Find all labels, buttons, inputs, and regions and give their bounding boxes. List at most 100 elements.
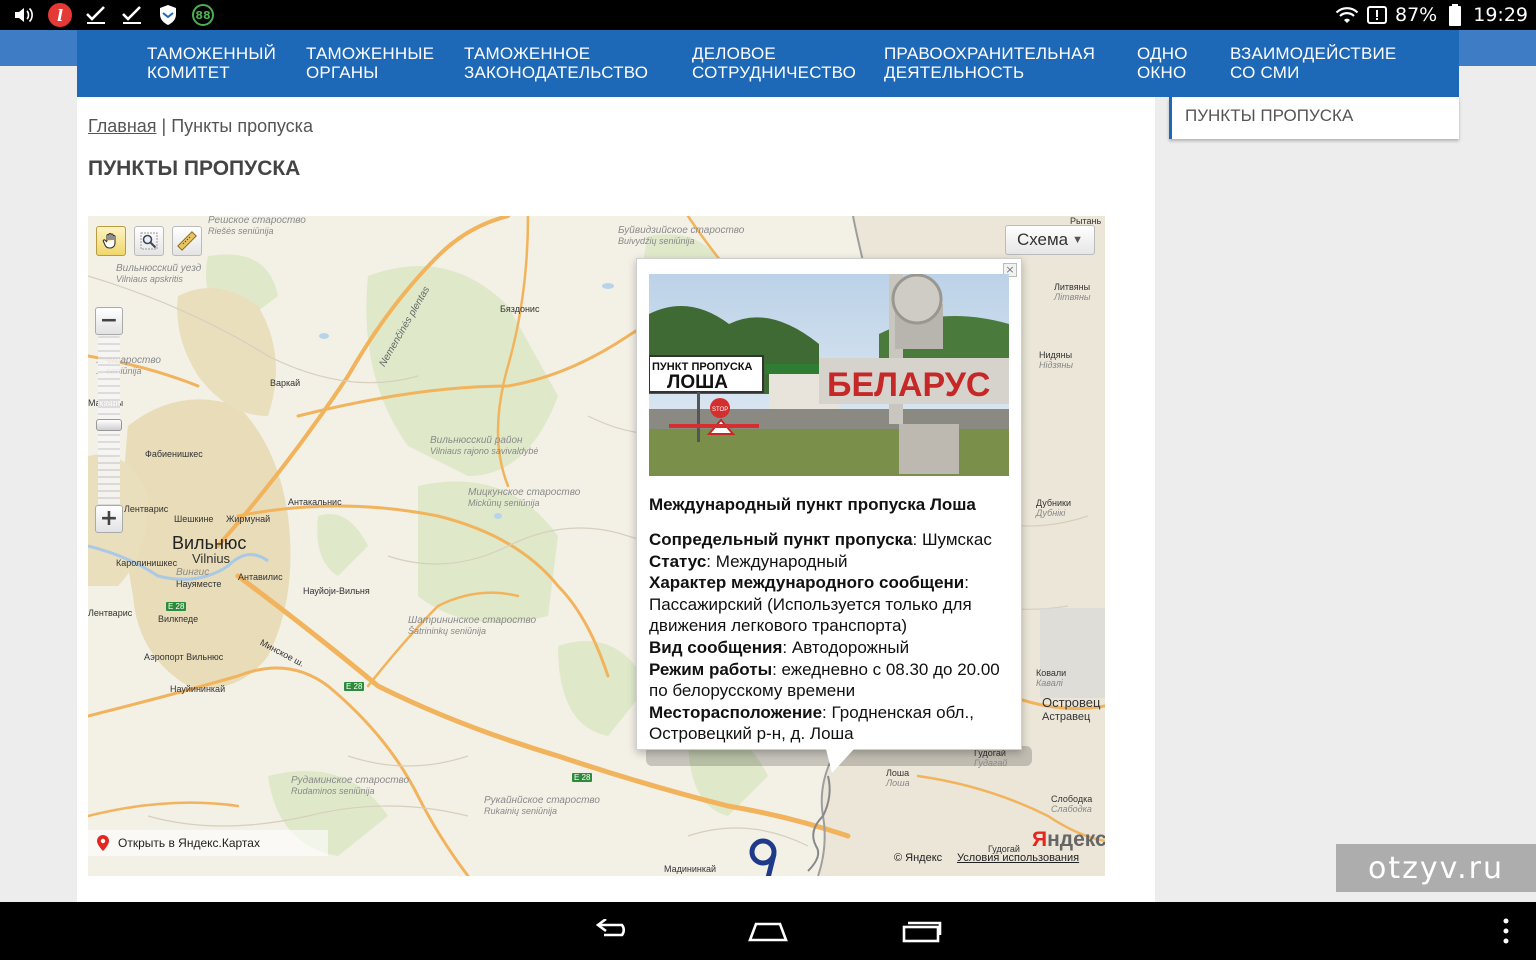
map-label-text: Вильнюс [172, 533, 247, 553]
recent-apps-button[interactable] [900, 916, 944, 946]
map-drag-tool-button[interactable] [96, 226, 126, 256]
nav-item-media[interactable]: Взаимодействие со СМИ [1230, 44, 1396, 82]
badge-88-icon: 88 [192, 4, 214, 26]
nav-item-line: Таможенные [306, 44, 435, 63]
map-label: Науйоји-Вильня [303, 586, 370, 596]
open-in-yandex-maps-link[interactable]: Открыть в Яндекс.Картах [88, 830, 328, 856]
hand-icon [102, 232, 116, 249]
checkpoint-balloon: × БЕЛАРУС ПУНКТ ПРОПУСКА ЛОША STOP Между… [636, 258, 1022, 750]
nav-item-customs-committee[interactable]: Таможенный комитет [147, 44, 276, 82]
checkmark-icon [84, 3, 108, 27]
map-label-text: Rukainių seniūnija [484, 806, 558, 816]
map-label: Бяздонис [500, 304, 540, 314]
balloon-details: Сопредельный пункт пропуска: Шумскас Ста… [649, 529, 1017, 745]
map-label: Решское староство Riešės seniūnija [208, 216, 306, 236]
map-label-text: Шатрининское староство [408, 615, 537, 626]
map-ruler-button[interactable] [172, 226, 202, 256]
map-label-text: Ковали [1036, 668, 1067, 678]
map-label: Жирмунай [226, 514, 271, 524]
map-pin-icon [97, 835, 109, 851]
field-value: : Международный [706, 551, 848, 571]
open-in-yandex-maps-label: Открыть в Яндекс.Картах [118, 836, 260, 850]
overflow-menu-icon [1503, 918, 1509, 944]
road-badge: E 28 [344, 682, 365, 691]
zoom-out-button[interactable]: − [95, 307, 123, 335]
balloon-field: Вид сообщения: Автодорожный [649, 637, 1017, 659]
balloon-field: Месторасположение: Гродненская обл., Ост… [649, 702, 1017, 745]
photo-country-text: БЕЛАРУС [827, 366, 990, 404]
map-zoom-area-button[interactable] [134, 226, 164, 256]
nav-item-line: органы [306, 63, 379, 82]
map-label: Аэропорт Вильнюс [144, 652, 224, 662]
map-label-text: Riešės seniūnija [208, 226, 274, 236]
zoom-in-button[interactable]: + [95, 505, 123, 533]
map-label-text: Литвяны [1054, 282, 1091, 292]
map-label: Науйининкай [170, 684, 226, 694]
status-bar: l 88 87% 19:29 [0, 0, 1536, 30]
sidebar-item-checkpoints[interactable]: ПУНКТЫ ПРОПУСКА [1169, 97, 1459, 139]
nav-item-line: окно [1137, 63, 1187, 82]
map-label-text: Лоша [886, 768, 910, 778]
balloon-field: Статус: Международный [649, 551, 1017, 573]
nav-item-cooperation[interactable]: Деловое сотрудничество [692, 44, 856, 82]
map-label-text: Rudaminos seniūnija [291, 786, 375, 796]
field-value: : Автодорожный [782, 637, 910, 657]
map-label: Ковали Кавалі [1036, 668, 1066, 688]
map-label-text: Нідзяны [1039, 360, 1074, 370]
watermark: otzyv.ru [1336, 844, 1536, 892]
map-type-select[interactable]: Схема ▼ [1005, 225, 1095, 255]
map-label: Шешкине [174, 514, 214, 524]
battery-icon [1443, 3, 1467, 27]
battery-percent: 87% [1395, 4, 1438, 26]
nav-item-customs-bodies[interactable]: Таможенные органы [306, 44, 434, 82]
field-value: : Шумскас [912, 530, 992, 549]
map-label-text: Літвяны [1054, 292, 1091, 302]
map-label-text: Дубники [1036, 498, 1072, 508]
nav-item-legislation[interactable]: Таможенное законодательство [464, 44, 648, 82]
terms-of-use-link[interactable]: Условия использования [957, 852, 1079, 864]
map-label-text: Вильнюсский район [430, 435, 523, 446]
home-button[interactable] [744, 916, 792, 946]
field-label: Режим работы [649, 659, 773, 679]
map-label-text: Слабодка [1051, 804, 1092, 814]
home-icon [748, 922, 788, 942]
zoom-slider-thumb[interactable] [96, 419, 122, 431]
nav-item-law-enforcement[interactable]: Правоохранительная деятельность [884, 44, 1095, 82]
breadcrumb-home-link[interactable]: Главная [88, 116, 157, 136]
nav-item-line: Одно [1137, 44, 1188, 63]
map-copyright: © Яндекс [894, 852, 943, 864]
map-label: Островец Астравец [1042, 696, 1100, 724]
map-label-text: Лоша [886, 778, 910, 788]
map-label-text: Mickūnų seniūnija [468, 498, 540, 508]
map-label-losha: Лоша Лоша [886, 768, 910, 788]
field-label: Сопредельный пункт пропуска [649, 530, 913, 549]
photo-sign-name: ЛОША [667, 372, 728, 393]
map-label: Шатрининское староство Šatrininkų seniūni… [408, 615, 537, 637]
yandex-logo: Яндекс [1032, 828, 1105, 852]
map-label-text: Vilniaus rajono savivaldybė [430, 446, 539, 456]
field-label: Статус [649, 551, 707, 571]
map-label-text: Vilniaus apskritis [116, 274, 183, 284]
map-label: Дубники Дубнікі [1036, 498, 1071, 518]
balloon-title: Международный пункт пропуска Лоша [649, 495, 976, 514]
nav-item-line: деятельность [884, 63, 1025, 82]
yandex-logo-y: Я [1032, 828, 1048, 851]
map-label: Мицкунское староство Mickūnų seniūnija [468, 488, 580, 509]
nav-item-single-window[interactable]: Одно окно [1137, 44, 1188, 82]
yandex-logo-rest: ндекс [1047, 828, 1105, 851]
photo-stop-text: STOP [712, 407, 728, 413]
menu-overflow-button[interactable] [1496, 916, 1516, 946]
nav-item-line: Таможенный [147, 44, 277, 63]
back-button[interactable] [592, 916, 636, 946]
checkpoint-photo: БЕЛАРУС ПУНКТ ПРОПУСКА ЛОША STOP [649, 274, 1009, 476]
magnifier-icon [140, 232, 158, 250]
nav-item-line: комитет [147, 63, 230, 82]
map-label-text: Решское староство [208, 216, 306, 226]
map-label: Варкай [270, 378, 301, 388]
nav-item-line: законодательство [464, 63, 649, 82]
map-label-text: Рукайнйское староство [484, 795, 600, 806]
main-nav: Таможенный комитет Таможенные органы Тамож… [77, 30, 1459, 97]
back-icon [595, 919, 625, 937]
map-type-label: Схема [1016, 230, 1069, 249]
map-label-text: Рудаминское староство [291, 775, 410, 786]
